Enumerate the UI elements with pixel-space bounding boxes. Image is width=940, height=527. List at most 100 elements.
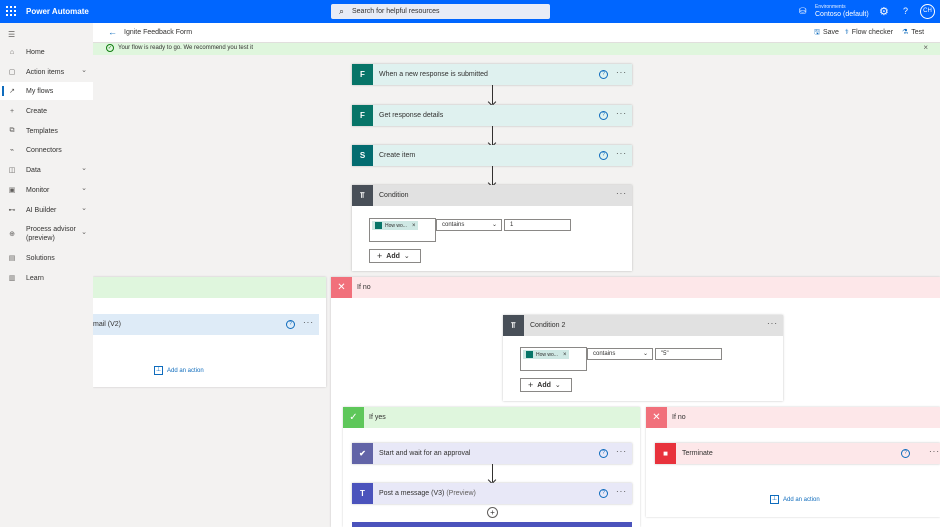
close-icon[interactable]: × [923, 43, 928, 52]
app-title[interactable]: Power Automate [26, 7, 89, 16]
flow-checker-label: Flow checker [851, 29, 894, 36]
sidebar-item-label: Templates [26, 127, 58, 135]
card-title: Get response details [379, 112, 444, 119]
chevron-down-icon[interactable]: ⌄ [81, 204, 87, 212]
condition-card[interactable]: ⫪ Condition ··· How wo... × contains ⌄ 1 +… [352, 185, 632, 271]
plus-icon: + [9, 107, 15, 115]
sidebar-item-label: AI Builder [26, 206, 57, 214]
info-icon[interactable]: ? [599, 111, 608, 120]
sidebar-item-data[interactable]: ◫ Data ⌄ [0, 161, 93, 179]
sidebar-item-label: Home [26, 48, 45, 56]
environment-icon[interactable]: ⛁ [799, 6, 807, 17]
card-title: Condition [379, 192, 409, 199]
insert-step-icon[interactable]: + [487, 507, 498, 518]
sidebar-item-monitor[interactable]: ▣ Monitor ⌄ [0, 181, 93, 199]
more-options-icon[interactable]: ··· [616, 189, 627, 198]
sidebar-item-home[interactable]: ⌂ Home [0, 43, 93, 61]
more-options-icon[interactable]: ··· [616, 149, 627, 158]
sidebar-item-create[interactable]: + Create [0, 102, 93, 120]
search-box[interactable]: ⌕ Search for helpful resources [331, 4, 550, 19]
add-action-button[interactable]: ⊥ Add an action [154, 366, 204, 375]
stethoscope-icon: ⚕ [845, 29, 849, 36]
approval-card[interactable]: ✔ Start and wait for an approval ? ··· [352, 443, 632, 464]
connector-icon: ⌁ [9, 147, 15, 154]
condition-left-operand[interactable]: How wo... × [520, 347, 587, 371]
sidebar-item-my-flows[interactable]: ↗ My flows [0, 82, 93, 100]
send-mail-card[interactable]: mail (V2) ? ··· [93, 314, 319, 335]
post-message-card[interactable]: T Post a message (V3) (Preview) ? ··· [352, 483, 632, 504]
condition-operator-select[interactable]: contains ⌄ [587, 348, 653, 360]
app-launcher-icon[interactable] [6, 6, 16, 16]
monitor-icon: ▣ [8, 187, 16, 194]
more-options-icon[interactable]: ··· [616, 68, 627, 77]
help-icon[interactable]: ? [903, 6, 908, 16]
sidebar-item-label: Data [26, 166, 41, 174]
sidebar-item-process-advisor[interactable]: ⊕ Process advisor (preview) ⌄ [0, 221, 93, 247]
info-icon[interactable]: ? [599, 449, 608, 458]
test-button[interactable]: ⚗ Test [902, 28, 924, 36]
add-button[interactable]: + Add ⌄ [520, 378, 572, 392]
more-options-icon[interactable]: ··· [767, 319, 778, 328]
avatar[interactable]: CH [920, 4, 935, 19]
save-label: Save [822, 29, 839, 36]
remove-token-icon[interactable]: × [412, 223, 416, 229]
sidebar-item-label: Create [26, 107, 48, 115]
back-arrow-icon[interactable]: ← [108, 27, 117, 37]
condition-2-card[interactable]: ⫪ Condition 2 ··· How wo... × contains ⌄ "… [503, 315, 783, 401]
condition-left-operand[interactable]: How wo... × [369, 218, 436, 242]
dynamic-content-token[interactable]: How wo... × [372, 221, 419, 230]
more-options-icon[interactable]: ··· [616, 447, 627, 456]
terminate-icon: ■ [655, 443, 676, 464]
hamburger-icon[interactable]: ☰ [8, 30, 15, 39]
add-action-button[interactable]: ⊥ Add an action [770, 495, 820, 504]
sidebar-item-action-items[interactable]: ▢ Action items ⌄ [0, 63, 93, 81]
flask-icon: ⚗ [902, 29, 909, 36]
chevron-down-icon[interactable]: ⌄ [81, 228, 87, 236]
token-label: How wo... [536, 351, 558, 358]
dynamic-content-token[interactable]: How wo... × [523, 350, 570, 359]
chevron-down-icon[interactable]: ⌄ [81, 66, 87, 74]
info-icon[interactable]: ? [599, 70, 608, 79]
checkmark-icon: ✓ [343, 407, 364, 428]
get-response-card[interactable]: F Get response details ? ··· [352, 105, 632, 126]
more-options-icon[interactable]: ··· [929, 447, 940, 456]
sidebar-item-connectors[interactable]: ⌁ Connectors [0, 141, 93, 159]
chevron-down-icon[interactable]: ⌄ [81, 164, 87, 172]
info-icon[interactable]: ? [901, 449, 910, 458]
sidebar-item-label: Action items [26, 68, 65, 76]
sidebar-item-learn[interactable]: ▥ Learn [0, 269, 93, 287]
condition-value-input[interactable]: "5" [655, 348, 722, 360]
sidebar-item-templates[interactable]: ⧉ Templates [0, 122, 93, 140]
condition-value-input[interactable]: 1 [504, 219, 571, 231]
save-icon: 🖫 [814, 29, 820, 36]
more-options-icon[interactable]: ··· [616, 109, 627, 118]
card-header: T Post a message (V3) (Preview) [352, 483, 632, 504]
info-icon[interactable]: ? [599, 489, 608, 498]
condition-operator-select[interactable]: contains ⌄ [436, 219, 502, 231]
environment-name[interactable]: Contoso (default) [815, 11, 869, 18]
chevron-down-icon[interactable]: ⌄ [81, 184, 87, 192]
card-title: When a new response is submitted [379, 71, 488, 78]
sidebar-item-solutions[interactable]: ▤ Solutions [0, 249, 93, 267]
gear-icon[interactable]: ⚙ [879, 5, 889, 18]
command-bar: ← Ignite Feedback Form 🖫 Save ⚕ Flow check… [93, 23, 940, 43]
token-label: How wo... [385, 222, 407, 229]
save-button[interactable]: 🖫 Save [814, 28, 839, 39]
sidebar-item-ai-builder[interactable]: ⊷ AI Builder ⌄ [0, 201, 93, 219]
chevron-down-icon: ⌄ [642, 351, 648, 357]
info-icon[interactable]: ? [599, 151, 608, 160]
chevron-down-icon: ⌄ [554, 382, 561, 389]
create-item-card[interactable]: S Create item ? ··· [352, 145, 632, 166]
add-button[interactable]: + Add ⌄ [369, 249, 421, 263]
terminate-card[interactable]: ■ Terminate ? ··· [655, 443, 940, 464]
trigger-card[interactable]: F When a new response is submitted ? ··· [352, 64, 632, 85]
card-header: ⫪ Condition 2 [503, 315, 783, 336]
more-options-icon[interactable]: ··· [303, 318, 314, 327]
more-options-icon[interactable]: ··· [616, 487, 627, 496]
forms-icon [526, 351, 533, 358]
flow-canvas[interactable]: F When a new response is submitted ? ···… [93, 55, 940, 527]
if-yes-branch: mail (V2) ? ··· ⊥ Add an action [93, 277, 326, 387]
flow-checker-button[interactable]: ⚕ Flow checker [845, 28, 893, 36]
remove-token-icon[interactable]: × [563, 352, 567, 358]
info-icon[interactable]: ? [286, 320, 295, 329]
